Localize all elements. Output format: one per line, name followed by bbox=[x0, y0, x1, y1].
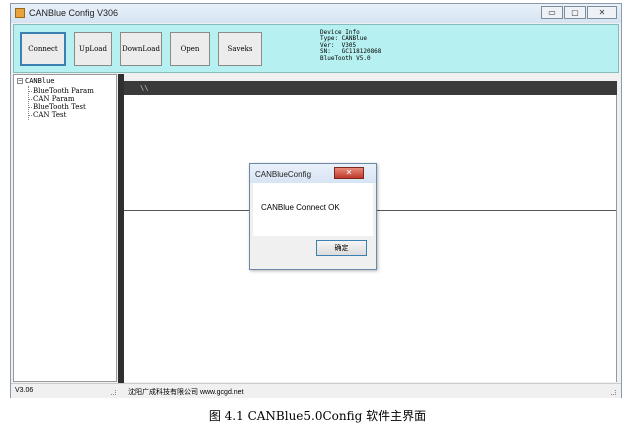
status-company: 沈阳广成科技有限公司 www.gcgd.net bbox=[128, 389, 244, 396]
resize-grip-icon[interactable] bbox=[611, 390, 616, 395]
window-controls: ▭ ▢ ✕ bbox=[540, 6, 617, 19]
title-bar: CANBlue Config V306 ▭ ▢ ✕ bbox=[11, 4, 621, 23]
tree-view[interactable]: − CANBlue BlueTooth Param CAN Param Blue… bbox=[13, 74, 117, 382]
tree-item-bluetooth-param[interactable]: BlueTooth Param bbox=[28, 87, 94, 95]
minimize-button[interactable]: ▭ bbox=[541, 6, 563, 19]
canvas-header-label: \\ bbox=[140, 84, 149, 92]
status-bar: V3.06 沈阳广成科技有限公司 www.gcgd.net bbox=[11, 383, 621, 398]
toolbar: Connect UpLoad DownLoad Open Saveks Devi… bbox=[13, 24, 619, 73]
maximize-button[interactable]: ▢ bbox=[564, 6, 586, 19]
tree-item-bluetooth-test[interactable]: BlueTooth Test bbox=[28, 103, 94, 111]
connect-button[interactable]: Connect bbox=[20, 32, 66, 66]
dialog-close-button[interactable]: ✕ bbox=[334, 167, 364, 179]
device-info: Device Info Type: CANBlue Ver: V305 SN: … bbox=[320, 29, 382, 62]
app-icon bbox=[15, 8, 25, 18]
resize-grip-icon bbox=[111, 390, 116, 395]
tree-children: BlueTooth Param CAN Param BlueTooth Test… bbox=[28, 87, 94, 119]
tree-root-label: CANBlue bbox=[25, 77, 55, 85]
upload-button[interactable]: UpLoad bbox=[74, 32, 112, 66]
tree-item-can-test[interactable]: CAN Test bbox=[28, 111, 94, 119]
dialog-title: CANBlueConfig bbox=[255, 170, 312, 179]
save-button[interactable]: Saveks bbox=[218, 32, 262, 66]
status-version: V3.06 bbox=[15, 387, 34, 394]
dialog-message: CANBlue Connect OK bbox=[261, 203, 340, 212]
window-title: CANBlue Config V306 bbox=[29, 8, 119, 18]
canvas-header: \\ bbox=[124, 81, 617, 95]
message-dialog: CANBlueConfig ✕ CANBlue Connect OK 确定 bbox=[249, 163, 377, 270]
collapse-icon[interactable]: − bbox=[17, 78, 23, 84]
ok-button[interactable]: 确定 bbox=[316, 240, 367, 256]
dialog-body: CANBlue Connect OK bbox=[253, 183, 373, 236]
tree-item-can-param[interactable]: CAN Param bbox=[28, 95, 94, 103]
close-button[interactable]: ✕ bbox=[587, 6, 617, 19]
open-button[interactable]: Open bbox=[170, 32, 210, 66]
tree-root[interactable]: − CANBlue bbox=[17, 77, 55, 85]
dialog-title-bar: CANBlueConfig ✕ bbox=[250, 164, 376, 183]
figure-caption: 图 4.1 CANBlue5.0Config 软件主界面 bbox=[208, 409, 427, 423]
download-button[interactable]: DownLoad bbox=[120, 32, 162, 66]
